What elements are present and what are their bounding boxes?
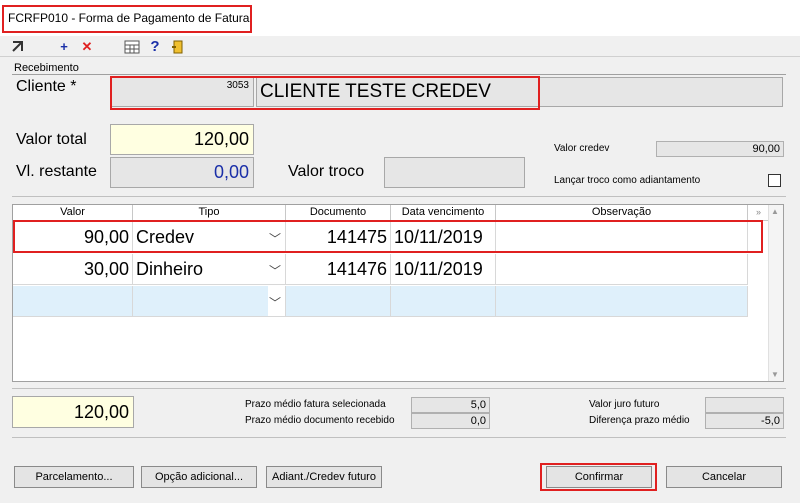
table-row-2-documento[interactable]: 141476 — [286, 254, 391, 285]
summary-divider — [12, 388, 786, 389]
summary-total-field: 120,00 — [12, 396, 134, 428]
table-new-row-tipo[interactable]: ﹀ — [133, 286, 286, 317]
row-highlight — [13, 220, 763, 253]
column-chooser-icon[interactable]: » — [748, 205, 770, 221]
cancelar-button[interactable]: Cancelar — [666, 466, 782, 488]
valor-total-value: 120,00 — [193, 129, 249, 149]
arrow-icon[interactable] — [10, 40, 26, 54]
valor-credev-label: Valor credev — [554, 143, 610, 154]
diferenca-value: -5,0 — [761, 415, 780, 427]
help-icon[interactable]: ? — [147, 39, 163, 54]
scroll-down-icon[interactable]: ▼ — [771, 370, 779, 379]
valor-credev-field: 90,00 — [656, 141, 784, 157]
prazo-doc-label: Prazo médio documento recebido — [245, 415, 395, 426]
vl-restante-value: 0,00 — [213, 162, 249, 182]
prazo-fatura-field: 5,0 — [411, 397, 490, 413]
col-header-valor[interactable]: Valor — [13, 205, 133, 221]
adiant-credev-button[interactable]: Adiant./Credev futuro — [266, 466, 382, 488]
valor-credev-value: 90,00 — [752, 143, 780, 155]
add-icon[interactable]: + — [56, 40, 72, 54]
calculator-icon[interactable] — [124, 40, 140, 54]
lancar-troco-checkbox[interactable] — [768, 174, 781, 187]
confirmar-highlight — [540, 463, 657, 491]
delete-icon[interactable]: ✕ — [79, 40, 95, 54]
group-divider — [12, 74, 786, 75]
table-row-2-valor[interactable]: 30,00 — [13, 254, 133, 285]
valor-total-field[interactable]: 120,00 — [110, 124, 254, 155]
toolbar-separator — [0, 56, 800, 57]
scroll-up-icon[interactable]: ▲ — [771, 207, 779, 216]
vl-restante-label: Vl. restante — [16, 163, 97, 180]
table-new-row-data[interactable] — [391, 286, 496, 317]
prazo-doc-field: 0,0 — [411, 413, 490, 429]
cliente-label: Cliente * — [16, 78, 77, 95]
title-highlight — [2, 5, 252, 33]
summary-total-value: 120,00 — [73, 402, 129, 422]
exit-icon[interactable] — [170, 40, 186, 54]
grid-scrollbar[interactable]: ▲ ▼ — [768, 205, 783, 381]
table-row-2-data[interactable]: 10/11/2019 — [391, 254, 496, 285]
lancar-troco-label: Lançar troco como adiantamento — [554, 175, 701, 186]
recebimento-group-label: Recebimento — [14, 62, 79, 74]
prazo-fatura-value: 5,0 — [470, 399, 486, 411]
valor-troco-field — [384, 157, 525, 188]
title-bar: FCRFP010 - Forma de Pagamento de Fatura — [0, 0, 800, 36]
table-new-row-valor[interactable] — [13, 286, 133, 317]
valor-total-label: Valor total — [16, 131, 87, 148]
col-header-documento[interactable]: Documento — [286, 205, 391, 221]
table-row-2-tipo[interactable]: Dinheiro ﹀ — [133, 254, 286, 285]
table-row-2-obs[interactable] — [496, 254, 748, 285]
table-row-2-tipo-text: Dinheiro — [136, 259, 204, 279]
group-divider-bottom — [12, 196, 786, 197]
juro-label: Valor juro futuro — [589, 399, 660, 410]
col-header-observacao[interactable]: Observação — [496, 205, 748, 221]
vl-restante-field: 0,00 — [110, 157, 254, 188]
buttons-divider — [12, 437, 786, 438]
juro-field — [705, 397, 784, 413]
prazo-fatura-label: Prazo médio fatura selecionada — [245, 399, 386, 410]
col-header-tipo[interactable]: Tipo — [133, 205, 286, 221]
diferenca-label: Diferença prazo médio — [589, 415, 690, 426]
prazo-doc-value: 0,0 — [470, 415, 486, 427]
valor-troco-label: Valor troco — [288, 163, 365, 180]
chevron-down-icon[interactable]: ﹀ — [269, 288, 281, 316]
table-new-row-obs[interactable] — [496, 286, 748, 317]
parcelamento-button[interactable]: Parcelamento... — [14, 466, 134, 488]
diferenca-field: -5,0 — [705, 413, 784, 429]
col-header-data[interactable]: Data vencimento — [391, 205, 496, 221]
cliente-highlight — [110, 76, 540, 110]
opcao-adicional-button[interactable]: Opção adicional... — [141, 466, 257, 488]
table-new-row-documento[interactable] — [286, 286, 391, 317]
chevron-down-icon[interactable]: ﹀ — [269, 256, 281, 284]
